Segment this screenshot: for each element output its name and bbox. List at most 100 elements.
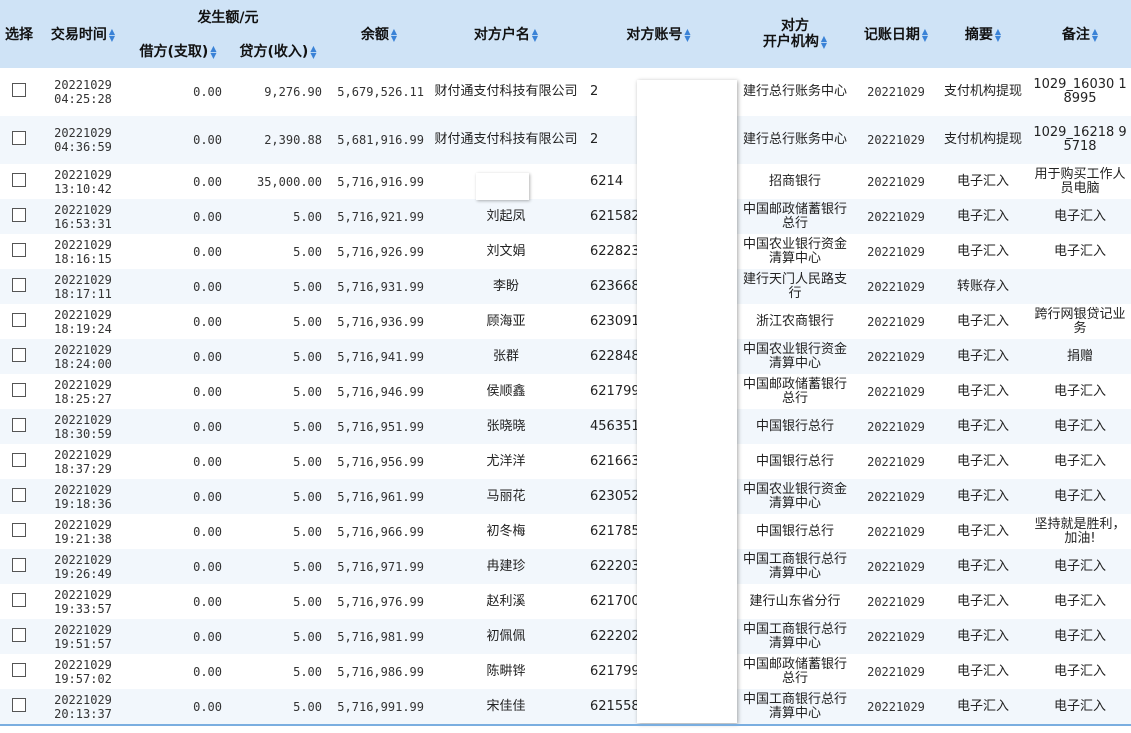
- col-counterparty-account-header[interactable]: 对方账号 ▲ ▼: [582, 0, 735, 68]
- cell-select[interactable]: [0, 619, 38, 654]
- cell-summary: 电子汇入: [956, 418, 1009, 434]
- table-row[interactable]: 20221029 18:17:11 0.00 5.00 5,716,931.99 李盼 62…: [0, 269, 1131, 304]
- table-row[interactable]: 20221029 19:21:38 0.00 5.00 5,716,966.99 初冬梅 6…: [0, 514, 1131, 549]
- row-checkbox[interactable]: [12, 242, 26, 257]
- row-checkbox[interactable]: [12, 697, 26, 712]
- table-row[interactable]: 20221029 19:33:57 0.00 5.00 5,716,976.99 赵利溪 6…: [0, 584, 1131, 619]
- sort-icon[interactable]: ▲ ▼: [1092, 28, 1098, 43]
- col-time-header[interactable]: 交易时间 ▲ ▼: [38, 0, 128, 68]
- cell-select[interactable]: [0, 549, 38, 584]
- cell-counterparty-name: 初冬梅: [486, 523, 526, 539]
- cell-select[interactable]: [0, 444, 38, 479]
- cell-credit: 35,000.00: [256, 174, 322, 189]
- table-row[interactable]: 20221029 18:25:27 0.00 5.00 5,716,946.99 侯顺鑫 6…: [0, 374, 1131, 409]
- cell-select[interactable]: [0, 234, 38, 269]
- col-post-date-header[interactable]: 记账日期 ▲ ▼: [855, 0, 937, 68]
- cell-post-date: 20221029: [867, 524, 925, 539]
- cell-select[interactable]: [0, 514, 38, 549]
- col-summary-header[interactable]: 摘要 ▲ ▼: [937, 0, 1029, 68]
- sort-icon[interactable]: ▲ ▼: [391, 28, 397, 43]
- cell-post-date: 20221029: [867, 209, 925, 224]
- row-checkbox[interactable]: [12, 522, 26, 537]
- col-credit-header[interactable]: 贷方(收入) ▲ ▼: [228, 34, 328, 68]
- cell-time: 20221029 18:37:29: [54, 447, 112, 476]
- row-checkbox[interactable]: [12, 592, 26, 607]
- row-checkbox[interactable]: [12, 452, 26, 467]
- table-row[interactable]: 20221029 18:30:59 0.00 5.00 5,716,951.99 张晓晓 4…: [0, 409, 1131, 444]
- row-checkbox[interactable]: [12, 207, 26, 222]
- table-row[interactable]: 20221029 19:26:49 0.00 5.00 5,716,971.99 冉建珍 6…: [0, 549, 1131, 584]
- cell-select[interactable]: [0, 654, 38, 689]
- cell-counterparty-name: 初佩佩: [486, 628, 526, 644]
- table-row[interactable]: 20221029 18:19:24 0.00 5.00 5,716,936.99 顾海亚 6…: [0, 304, 1131, 339]
- cell-select[interactable]: [0, 199, 38, 234]
- cell-select[interactable]: [0, 164, 38, 199]
- cell-counterparty-name: 尤洋洋: [486, 453, 526, 469]
- cell-post-date: 20221029: [867, 699, 925, 714]
- cell-post-date: 20221029: [867, 489, 925, 504]
- table-row[interactable]: 20221029 13:10:42 0.00 35,000.00 5,716,916.9…: [0, 164, 1131, 199]
- row-checkbox[interactable]: [12, 83, 26, 97]
- col-select-header: 选择: [0, 0, 38, 68]
- table-row[interactable]: 20221029 18:16:15 0.00 5.00 5,716,926.99 刘文娟 6…: [0, 234, 1131, 269]
- row-checkbox[interactable]: [12, 382, 26, 397]
- sort-icon[interactable]: ▲ ▼: [821, 35, 827, 50]
- cell-time: 20221029 18:30:59: [54, 412, 112, 441]
- table-row[interactable]: 20221029 18:37:29 0.00 5.00 5,716,956.99 尤洋洋 6…: [0, 444, 1131, 479]
- row-checkbox[interactable]: [12, 417, 26, 432]
- row-checkbox[interactable]: [12, 312, 26, 327]
- cell-post-date: 20221029: [867, 174, 925, 189]
- row-checkbox[interactable]: [12, 172, 26, 187]
- sort-icon[interactable]: ▲ ▼: [210, 45, 216, 60]
- table-row[interactable]: 20221029 16:53:31 0.00 5.00 5,716,921.99 刘起凤 6…: [0, 199, 1131, 234]
- table-row[interactable]: 20221029 04:25:28 0.00 9,276.90 5,679,526.11…: [0, 68, 1131, 116]
- cell-select[interactable]: [0, 584, 38, 619]
- table-row[interactable]: 20221029 04:36:59 0.00 2,390.88 5,681,916.99…: [0, 116, 1131, 164]
- cell-select[interactable]: [0, 68, 38, 116]
- row-checkbox[interactable]: [12, 557, 26, 572]
- cell-select[interactable]: [0, 304, 38, 339]
- cell-time: 20221029 19:18:36: [54, 482, 112, 511]
- sort-icon[interactable]: ▲ ▼: [922, 28, 928, 43]
- table-row[interactable]: 20221029 19:18:36 0.00 5.00 5,716,961.99 马丽花 6…: [0, 479, 1131, 514]
- col-counterparty-name-header[interactable]: 对方户名 ▲ ▼: [430, 0, 582, 68]
- cell-debit: 0.00: [193, 174, 222, 189]
- row-checkbox[interactable]: [12, 627, 26, 642]
- cell-credit: 5.00: [293, 384, 322, 399]
- cell-time: 20221029 19:21:38: [54, 517, 112, 546]
- row-checkbox[interactable]: [12, 347, 26, 362]
- cell-credit: 5.00: [293, 559, 322, 574]
- table-row[interactable]: 20221029 18:24:00 0.00 5.00 5,716,941.99 张群 62…: [0, 339, 1131, 374]
- cell-counterparty-name: 刘文娟: [486, 243, 526, 259]
- cell-remark: 电子汇入: [1053, 628, 1106, 644]
- cell-credit: 2,390.88: [264, 133, 322, 147]
- cell-select[interactable]: [0, 689, 38, 724]
- cell-select[interactable]: [0, 479, 38, 514]
- row-checkbox[interactable]: [12, 131, 26, 145]
- row-checkbox[interactable]: [12, 277, 26, 292]
- col-counterparty-bank-header[interactable]: 对方 开户机构 ▲ ▼: [735, 0, 855, 68]
- row-checkbox[interactable]: [12, 487, 26, 502]
- cell-select[interactable]: [0, 409, 38, 444]
- col-remark-header[interactable]: 备注 ▲ ▼: [1029, 0, 1131, 68]
- sort-icon[interactable]: ▲ ▼: [684, 28, 690, 43]
- table-row[interactable]: 20221029 20:13:37 0.00 5.00 5,716,991.99 宋佳佳 6…: [0, 689, 1131, 724]
- cell-select[interactable]: [0, 116, 38, 164]
- cell-select[interactable]: [0, 339, 38, 374]
- sort-icon[interactable]: ▲ ▼: [310, 45, 316, 60]
- table-row[interactable]: 20221029 19:57:02 0.00 5.00 5,716,986.99 陈畊铧 6…: [0, 654, 1131, 689]
- row-checkbox[interactable]: [12, 662, 26, 677]
- cell-select[interactable]: [0, 269, 38, 304]
- transactions-table: 选择 交易时间 ▲ ▼ 发生额/元 余额 ▲ ▼ 对方户名 ▲ ▼ 对方账号 ▲ ▼ 对方 开户机…: [0, 0, 1131, 724]
- col-debit-header[interactable]: 借方(支取) ▲ ▼: [128, 34, 228, 68]
- cell-post-date: 20221029: [867, 384, 925, 399]
- cell-summary: 电子汇入: [956, 383, 1009, 399]
- cell-post-date: 20221029: [867, 594, 925, 609]
- sort-icon[interactable]: ▲ ▼: [532, 28, 538, 43]
- cell-post-date: 20221029: [867, 133, 925, 147]
- sort-icon[interactable]: ▲ ▼: [995, 28, 1001, 43]
- table-row[interactable]: 20221029 19:51:57 0.00 5.00 5,716,981.99 初佩佩 6…: [0, 619, 1131, 654]
- cell-select[interactable]: [0, 374, 38, 409]
- col-balance-header[interactable]: 余额 ▲ ▼: [328, 0, 430, 68]
- sort-icon[interactable]: ▲ ▼: [109, 28, 115, 43]
